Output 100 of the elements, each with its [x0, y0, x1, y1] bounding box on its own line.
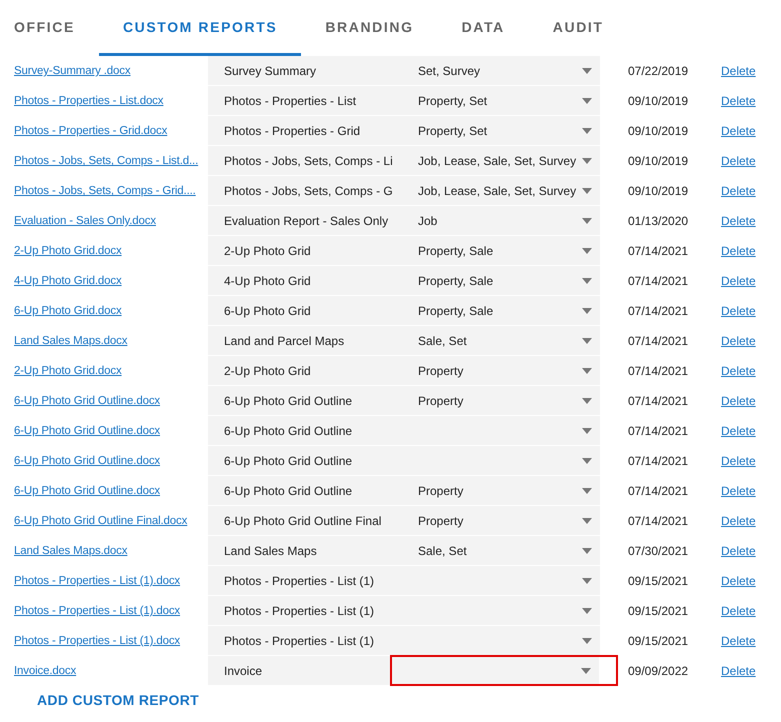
name-field[interactable]: Photos - Properties - Grid — [208, 116, 400, 145]
delete-link[interactable]: Delete — [721, 634, 781, 648]
file-link[interactable]: Land Sales Maps.docx — [14, 545, 128, 557]
type-dropdown[interactable]: Property, Sale — [400, 236, 600, 265]
tab[interactable]: AUDIT — [528, 0, 628, 56]
type-dropdown[interactable]: Property — [400, 356, 600, 385]
delete-link[interactable]: Delete — [721, 604, 781, 618]
file-link[interactable]: Photos - Properties - List (1).docx — [14, 605, 180, 617]
tab[interactable]: DATA — [438, 0, 529, 56]
file-link[interactable]: 6-Up Photo Grid Outline Final.docx — [14, 515, 188, 527]
file-link[interactable]: Photos - Properties - List.docx — [14, 95, 164, 107]
file-link[interactable]: 2-Up Photo Grid.docx — [14, 365, 122, 377]
file-link[interactable]: Invoice.docx — [14, 665, 76, 677]
name-field[interactable]: Photos - Jobs, Sets, Comps - Li — [208, 146, 400, 175]
file-link[interactable]: 6-Up Photo Grid Outline.docx — [14, 455, 160, 467]
caret-icon — [582, 398, 592, 404]
type-dropdown[interactable]: Property, Set — [400, 86, 600, 115]
name-field[interactable]: 6-Up Photo Grid Outline — [208, 446, 400, 475]
name-field[interactable]: 6-Up Photo Grid Outline Final — [208, 506, 400, 535]
type-dropdown[interactable]: Job — [400, 206, 600, 235]
delete-link[interactable]: Delete — [721, 244, 781, 258]
date-text: 01/13/2020 — [627, 214, 690, 228]
delete-link[interactable]: Delete — [721, 154, 781, 168]
delete-link[interactable]: Delete — [721, 664, 781, 678]
file-link[interactable]: Photos - Properties - Grid.docx — [14, 125, 168, 137]
name-field[interactable]: Evaluation Report - Sales Only — [208, 206, 400, 235]
name-field[interactable]: Photos - Jobs, Sets, Comps - G — [208, 176, 400, 205]
name-field[interactable]: 6-Up Photo Grid Outline — [208, 386, 400, 415]
type-dropdown[interactable]: Property — [400, 476, 600, 505]
name-field[interactable]: Survey Summary — [208, 56, 400, 85]
type-dropdown[interactable]: Property, Set — [400, 116, 600, 145]
delete-link[interactable]: Delete — [721, 124, 781, 138]
tab[interactable]: OFFICE — [0, 0, 99, 56]
caret-icon — [582, 518, 592, 524]
delete-link[interactable]: Delete — [721, 94, 781, 108]
delete-link[interactable]: Delete — [721, 394, 781, 408]
add-custom-report-button[interactable]: ADD CUSTOM REPORT — [0, 686, 199, 708]
delete-link[interactable]: Delete — [721, 424, 781, 438]
name-field[interactable]: 6-Up Photo Grid — [208, 296, 400, 325]
delete-link[interactable]: Delete — [721, 454, 781, 468]
file-link[interactable]: 6-Up Photo Grid Outline.docx — [14, 395, 160, 407]
delete-link[interactable]: Delete — [721, 214, 781, 228]
caret-icon — [582, 218, 592, 224]
delete-link[interactable]: Delete — [721, 574, 781, 588]
name-field[interactable]: Photos - Properties - List (1) — [208, 566, 400, 595]
type-dropdown[interactable]: Property — [400, 506, 600, 535]
type-dropdown[interactable]: Set, Survey — [400, 56, 600, 85]
delete-link[interactable]: Delete — [721, 484, 781, 498]
file-link[interactable]: 6-Up Photo Grid Outline.docx — [14, 425, 160, 437]
tab[interactable]: BRANDING — [301, 0, 438, 56]
name-field[interactable]: 2-Up Photo Grid — [208, 356, 400, 385]
type-value: Job, Lease, Sale, Set, Survey — [418, 154, 576, 168]
name-field[interactable]: Photos - Properties - List — [208, 86, 400, 115]
type-dropdown[interactable]: Job, Lease, Sale, Set, Survey — [400, 146, 600, 175]
caret-icon — [582, 128, 592, 134]
name-field[interactable]: Photos - Properties - List (1) — [208, 596, 400, 625]
type-value: Property — [418, 364, 464, 378]
type-value: Sale, Set — [418, 544, 467, 558]
caret-icon — [582, 488, 592, 494]
type-value: Sale, Set — [418, 334, 467, 348]
type-dropdown[interactable]: Property — [400, 386, 600, 415]
type-value: Property, Sale — [418, 244, 494, 258]
name-field[interactable]: 6-Up Photo Grid Outline — [208, 416, 400, 445]
type-value: Property, Set — [418, 124, 488, 138]
delete-link[interactable]: Delete — [721, 304, 781, 318]
delete-link[interactable]: Delete — [721, 514, 781, 528]
name-field[interactable]: 4-Up Photo Grid — [208, 266, 400, 295]
delete-link[interactable]: Delete — [721, 64, 781, 78]
file-link[interactable]: 6-Up Photo Grid Outline.docx — [14, 485, 160, 497]
file-link[interactable]: 2-Up Photo Grid.docx — [14, 245, 122, 257]
type-dropdown[interactable]: Job, Lease, Sale, Set, Survey — [400, 176, 600, 205]
name-field[interactable]: Land Sales Maps — [208, 536, 400, 565]
file-link[interactable]: Evaluation - Sales Only.docx — [14, 215, 156, 227]
type-value: Property, Sale — [418, 304, 494, 318]
type-dropdown[interactable] — [391, 656, 617, 685]
file-link[interactable]: Photos - Jobs, Sets, Comps - Grid.... — [14, 185, 196, 197]
file-link[interactable]: Survey-Summary .docx — [14, 65, 131, 77]
delete-link[interactable]: Delete — [721, 364, 781, 378]
delete-link[interactable]: Delete — [721, 184, 781, 198]
file-link[interactable]: Land Sales Maps.docx — [14, 335, 128, 347]
file-link[interactable]: Photos - Properties - List (1).docx — [14, 635, 180, 647]
type-value: Job — [418, 214, 438, 228]
date-text: 07/14/2021 — [627, 244, 690, 258]
type-value: Property — [418, 394, 464, 408]
type-dropdown[interactable]: Property, Sale — [400, 266, 600, 295]
delete-link[interactable]: Delete — [721, 544, 781, 558]
file-link[interactable]: 6-Up Photo Grid.docx — [14, 305, 122, 317]
name-field[interactable]: 2-Up Photo Grid — [208, 236, 400, 265]
name-field[interactable]: 6-Up Photo Grid Outline — [208, 476, 400, 505]
type-dropdown[interactable]: Property, Sale — [400, 296, 600, 325]
type-dropdown[interactable]: Sale, Set — [400, 536, 600, 565]
delete-link[interactable]: Delete — [721, 274, 781, 288]
date-text: 09/09/2022 — [627, 664, 690, 678]
name-field[interactable]: Photos - Properties - List (1) — [208, 626, 400, 655]
delete-link[interactable]: Delete — [721, 334, 781, 348]
name-field[interactable]: Land and Parcel Maps — [208, 326, 400, 355]
file-link[interactable]: Photos - Jobs, Sets, Comps - List.d... — [14, 155, 198, 167]
file-link[interactable]: 4-Up Photo Grid.docx — [14, 275, 122, 287]
file-link[interactable]: Photos - Properties - List (1).docx — [14, 575, 180, 587]
type-dropdown[interactable]: Sale, Set — [400, 326, 600, 355]
